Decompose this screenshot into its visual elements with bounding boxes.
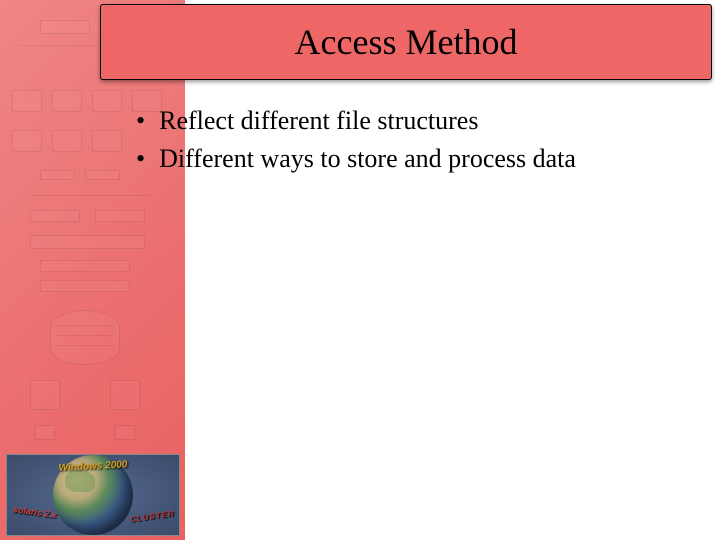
title-banner: Access Method: [100, 4, 712, 80]
bullet-text: Different ways to store and process data: [159, 142, 576, 176]
bottom-logo: Windows 2000 solaris 2.x CLUSTER: [6, 454, 180, 536]
bullet-marker-icon: •: [136, 104, 145, 138]
content-area: • Reflect different file structures • Di…: [128, 104, 688, 180]
bullet-item: • Different ways to store and process da…: [128, 142, 688, 176]
logo-text-left: solaris 2.x: [13, 504, 58, 520]
bullet-item: • Reflect different file structures: [128, 104, 688, 138]
bullet-marker-icon: •: [136, 142, 145, 176]
logo-text-right: CLUSTER: [130, 509, 176, 524]
bullet-text: Reflect different file structures: [159, 104, 478, 138]
slide-title: Access Method: [295, 21, 518, 63]
